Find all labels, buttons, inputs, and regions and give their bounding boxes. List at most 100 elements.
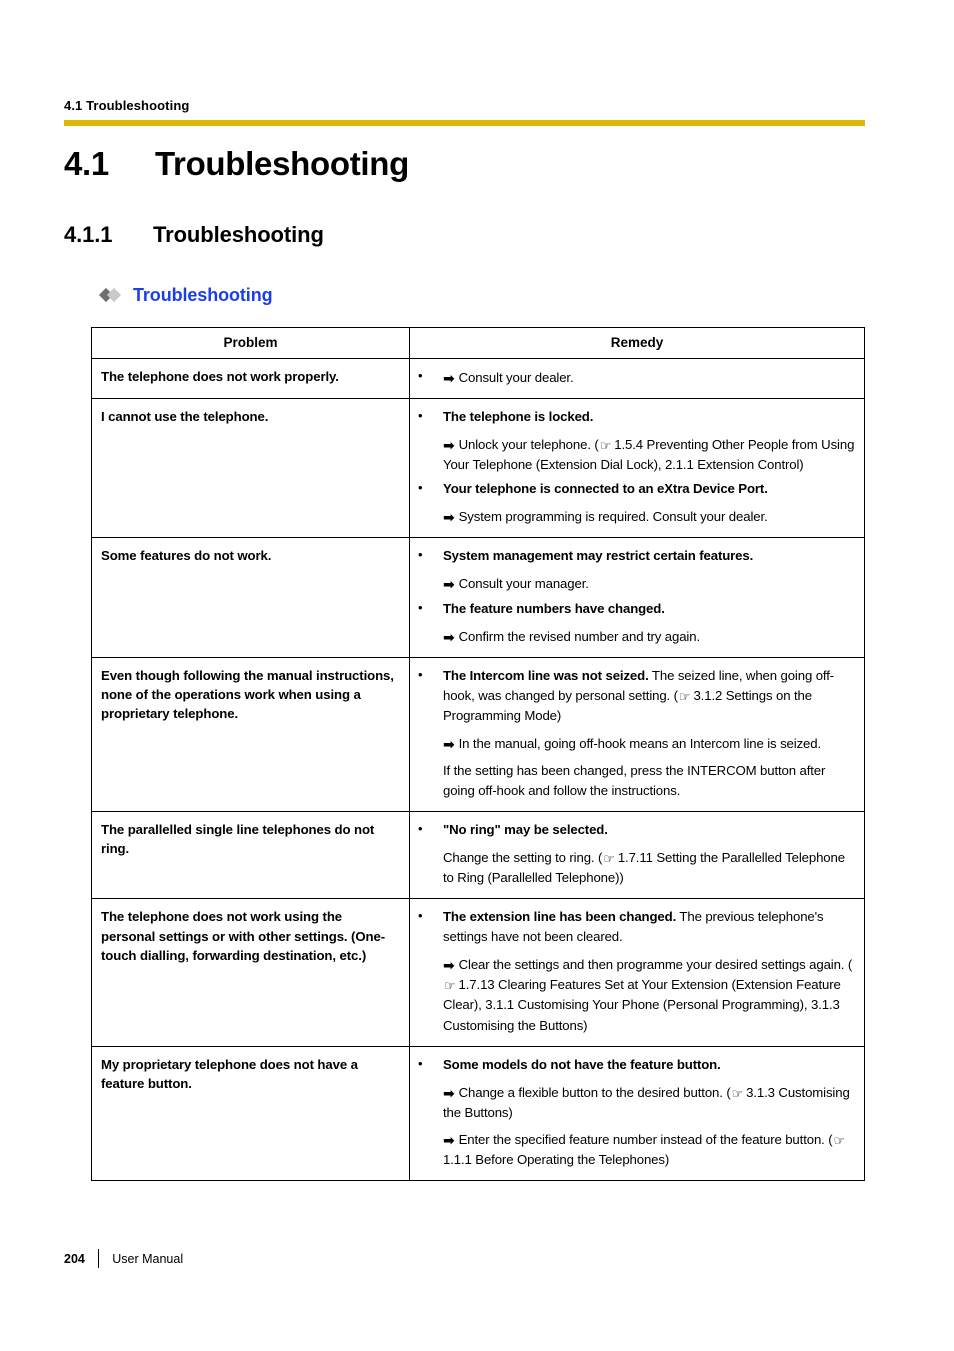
double-diamond-icon	[98, 287, 125, 303]
right-arrow-icon: ➡	[443, 1132, 455, 1149]
remedy-lead-bold: The telephone is locked.	[443, 409, 594, 425]
problem-cell: The parallelled single line telephones d…	[91, 810, 410, 900]
remedy-detail-line: ➡ In the manual, going off-hook means an …	[410, 734, 856, 754]
right-arrow-icon: ➡	[443, 510, 455, 527]
pointing-hand-icon: ☞	[603, 852, 615, 868]
page-number: 204	[64, 1251, 85, 1266]
remedy-text: Unlock your telephone. (	[458, 437, 599, 453]
problem-cell: Some features do not work.	[91, 537, 410, 658]
section-heading-3-title: Troubleshooting	[133, 285, 273, 305]
table-row: The telephone does not work using the pe…	[91, 898, 865, 1047]
remedy-lead-line: "No ring" may be selected.	[443, 820, 856, 840]
remedy-detail-line: ➡ Clear the settings and then programme y…	[410, 955, 856, 1035]
pointing-hand-icon: ☞	[444, 979, 456, 995]
remedy-text: System programming is required. Consult …	[458, 509, 768, 525]
remedy-lead-line: The extension line has been changed. The…	[443, 907, 856, 947]
remedy-cell: The telephone is locked.➡Unlock your tel…	[409, 398, 865, 539]
remedy-lead-line: The telephone is locked.	[443, 407, 856, 427]
table-row: The telephone does not work properly. ➡ Co…	[91, 357, 865, 400]
remedy-detail-line: If the setting has been changed, press t…	[410, 761, 856, 801]
remedy-detail-line: ➡ Unlock your telephone. (☞ 1.5.4 Preventi…	[410, 435, 856, 475]
column-header-problem: Problem	[91, 327, 410, 359]
running-header: 4.1 Troubleshooting	[64, 98, 190, 113]
remedy-detail-line: ➡ Consult your dealer.	[410, 368, 856, 388]
header-rule	[64, 120, 865, 126]
document-title: User Manual	[112, 1251, 184, 1266]
remedy-text: Change a flexible button to the desired …	[458, 1084, 731, 1100]
section-heading-2-title: Troubleshooting	[153, 222, 324, 247]
right-arrow-icon: ➡	[443, 371, 455, 387]
remedy-detail-line: ➡ Consult your manager.	[410, 574, 856, 594]
remedy-detail-line: ➡ Enter the specified feature number inst…	[410, 1130, 856, 1170]
right-arrow-icon: ➡	[443, 1085, 455, 1102]
remedy-text: Change the setting to ring. (	[443, 850, 603, 866]
remedy-cell: System management may restrict certain f…	[409, 537, 865, 658]
page-footer: 204 User Manual	[64, 1249, 183, 1268]
remedy-lead-bold: The feature numbers have changed.	[443, 600, 665, 616]
table-row: I cannot use the telephone. The telephone…	[91, 398, 865, 539]
section-heading-1-title: Troubleshooting	[155, 145, 409, 182]
pointing-hand-icon: ☞	[833, 1133, 846, 1149]
remedy-cell: The extension line has been changed. The…	[409, 898, 865, 1047]
column-header-remedy: Remedy	[409, 327, 865, 359]
remedy-reference: 1.7.13 Clearing Features Set at Your Ext…	[443, 977, 841, 1033]
section-heading-3: Troubleshooting	[98, 285, 273, 306]
remedy-bullet: The telephone is locked.	[410, 406, 856, 427]
remedy-bullet: The Intercom line was not seized. The se…	[410, 665, 856, 726]
remedy-text: Consult your manager.	[458, 576, 589, 592]
remedy-lead-line: Your telephone is connected to an eXtra …	[443, 479, 856, 499]
remedy-text: Enter the specified feature number inste…	[458, 1131, 833, 1147]
remedy-lead-bold: "No ring" may be selected.	[443, 822, 608, 837]
remedy-text: If the setting has been changed, press t…	[443, 762, 826, 798]
remedy-detail-line: ➡ Change a flexible button to the desired…	[410, 1083, 856, 1123]
problem-cell: The telephone does not work using the pe…	[91, 898, 410, 1047]
remedy-bullet: The feature numbers have changed.	[410, 597, 856, 619]
remedy-lead-bold: The Intercom line was not seized.	[443, 667, 649, 683]
remedy-reference: 1.1.1 Before Operating the Telephones)	[443, 1151, 670, 1167]
remedy-lead-line: The Intercom line was not seized. The se…	[443, 666, 856, 726]
pointing-hand-icon: ☞	[678, 689, 691, 705]
remedy-text: Consult your dealer.	[458, 370, 574, 385]
pointing-hand-icon: ☞	[599, 439, 612, 455]
footer-divider	[97, 1249, 100, 1268]
table-header-row: Problem Remedy	[91, 327, 865, 359]
section-heading-1-number: 4.1	[64, 145, 109, 182]
remedy-detail-line: ➡ Confirm the revised number and try agai…	[410, 627, 856, 647]
remedy-lead-bold: The extension line has been changed.	[443, 909, 677, 925]
problem-cell: My proprietary telephone does not have a…	[91, 1045, 410, 1181]
remedy-cell: Some models do not have the feature butt…	[409, 1045, 865, 1181]
remedy-bullet: Your telephone is connected to an eXtra …	[410, 478, 856, 499]
problem-cell: Even though following the manual instruc…	[91, 656, 410, 813]
remedy-bullet: "No ring" may be selected.	[410, 819, 856, 840]
remedy-lead-line: Some models do not have the feature butt…	[443, 1055, 856, 1075]
right-arrow-icon: ➡	[443, 958, 455, 975]
table-row: The parallelled single line telephones d…	[91, 810, 865, 900]
remedy-detail-line: Change the setting to ring. (☞ 1.7.11 Set…	[410, 848, 856, 888]
remedy-cell: ➡ Consult your dealer.	[409, 357, 865, 400]
table-row: My proprietary telephone does not have a…	[91, 1045, 865, 1181]
section-heading-2-number: 4.1.1	[64, 222, 113, 247]
pointing-hand-icon: ☞	[731, 1086, 744, 1102]
table-row: Some features do not work. System managem…	[91, 537, 865, 658]
remedy-bullet: System management may restrict certain f…	[410, 545, 856, 566]
remedy-text: In the manual, going off-hook means an I…	[458, 735, 822, 751]
remedy-lead-bold: System management may restrict certain f…	[443, 548, 754, 564]
right-arrow-icon: ➡	[443, 629, 455, 646]
remedy-cell: "No ring" may be selected. Change the set…	[409, 810, 865, 900]
problem-cell: I cannot use the telephone.	[91, 398, 410, 539]
remedy-bullet: The extension line has been changed. The…	[410, 906, 856, 947]
document-page: 4.1 Troubleshooting 4.1 Troubleshooting …	[0, 0, 954, 1351]
section-heading-2: 4.1.1 Troubleshooting	[64, 222, 324, 248]
section-heading-1: 4.1 Troubleshooting	[64, 145, 409, 183]
remedy-text: Clear the settings and then programme yo…	[458, 957, 853, 973]
remedy-cell: The Intercom line was not seized. The se…	[409, 656, 865, 813]
remedy-lead-line: The feature numbers have changed.	[443, 599, 856, 619]
